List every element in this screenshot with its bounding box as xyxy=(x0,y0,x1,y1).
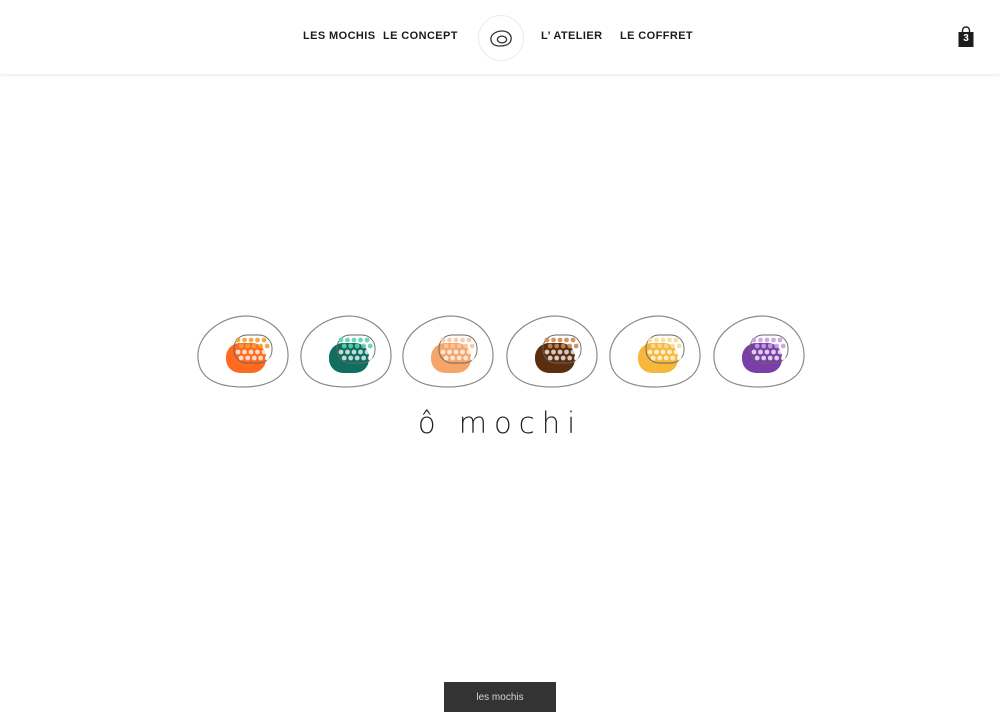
brand-name: ô mochi xyxy=(417,406,583,440)
mochi-outline-icon xyxy=(490,30,512,47)
nav-l-atelier[interactable]: L’ ATELIER xyxy=(541,30,602,42)
mochi-illustration-3 xyxy=(402,315,494,388)
les-mochis-button[interactable]: les mochis xyxy=(444,682,556,712)
nav-le-concept[interactable]: LE CONCEPT xyxy=(383,30,458,42)
mochi-illustrations xyxy=(196,313,806,389)
mochi-illustration-1 xyxy=(197,315,289,388)
mochi-illustration-6 xyxy=(713,315,805,388)
mochi-illustration-2 xyxy=(300,315,392,388)
nav-les-mochis[interactable]: LES MOCHIS xyxy=(303,30,375,42)
cart-count-badge: 3 xyxy=(963,33,969,44)
cart-button[interactable]: 3 xyxy=(957,26,975,48)
mochi-illustration-4 xyxy=(506,315,598,388)
nav-le-coffret[interactable]: LE COFFRET xyxy=(620,30,693,42)
logo-button[interactable] xyxy=(478,15,524,61)
site-header: LES MOCHIS LE CONCEPT L’ ATELIER LE COFF… xyxy=(0,0,1000,75)
mochi-illustration-5 xyxy=(609,315,701,388)
